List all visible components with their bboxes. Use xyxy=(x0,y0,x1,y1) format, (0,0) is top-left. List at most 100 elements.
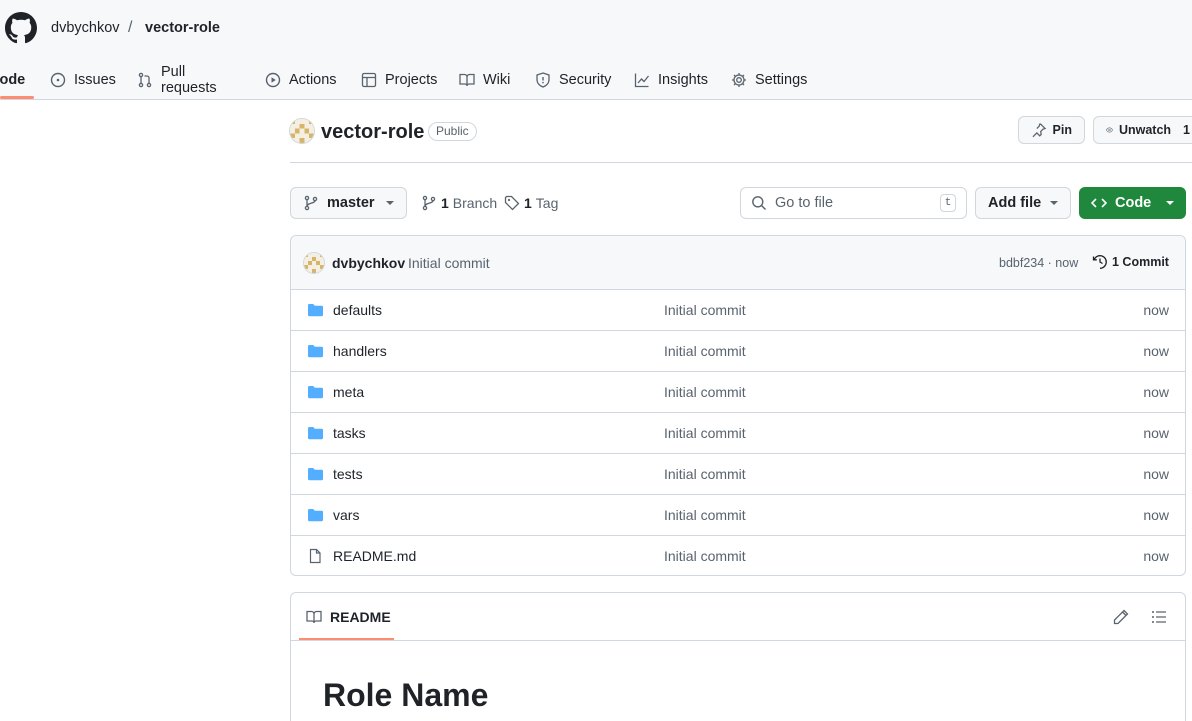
folder-icon xyxy=(308,509,323,522)
github-logo-icon[interactable] xyxy=(5,12,37,44)
tab-actions-label: Actions xyxy=(289,72,337,88)
file-row[interactable]: README.md Initial commit now xyxy=(291,536,1185,575)
file-name[interactable]: tasks xyxy=(333,425,366,441)
tag-icon xyxy=(504,195,520,211)
file-commit-age: now xyxy=(1143,384,1169,400)
book-icon xyxy=(459,73,475,87)
pencil-icon[interactable] xyxy=(1113,609,1129,625)
tab-wiki[interactable]: Wiki xyxy=(459,60,510,100)
watch-count: 1 xyxy=(1183,123,1190,137)
readme-tab[interactable]: README xyxy=(306,609,391,625)
file-commit-message[interactable]: Initial commit xyxy=(664,466,746,482)
branch-count: 1 xyxy=(441,195,449,211)
breadcrumb-owner[interactable]: dvbychkov xyxy=(51,19,120,37)
tab-settings[interactable]: Settings xyxy=(731,60,807,100)
go-to-file-input[interactable] xyxy=(775,195,925,211)
repo-header-bar: dvbychkov / vector-role Code Issues Pull… xyxy=(0,0,1192,100)
pin-button[interactable]: Pin xyxy=(1018,116,1085,144)
folder-icon xyxy=(308,468,323,481)
code-button[interactable]: Code xyxy=(1079,187,1186,219)
tab-security-label: Security xyxy=(559,72,612,88)
latest-commit-row: dvbychkov Initial commit bdbf234 · now 1… xyxy=(291,236,1185,290)
file-row[interactable]: tasks Initial commit now xyxy=(291,413,1185,454)
tab-issues[interactable]: Issues xyxy=(50,60,116,100)
branches-link[interactable]: 1 Branch xyxy=(421,195,497,211)
tags-link[interactable]: 1 Tag xyxy=(504,195,558,211)
repo-title[interactable]: vector-role xyxy=(321,120,424,144)
file-name[interactable]: handlers xyxy=(333,343,387,359)
book-icon xyxy=(306,610,322,624)
eye-icon xyxy=(1106,127,1113,133)
commit-author-avatar[interactable] xyxy=(304,253,324,273)
commit-message[interactable]: Initial commit xyxy=(408,255,490,271)
git-branch-icon xyxy=(422,195,436,211)
commit-sha-time[interactable]: bdbf234 · now xyxy=(999,256,1078,270)
readme-panel: README Role Name xyxy=(290,592,1186,721)
file-commit-age: now xyxy=(1143,425,1169,441)
file-name[interactable]: meta xyxy=(333,384,364,400)
tab-projects-label: Projects xyxy=(385,72,438,88)
git-branch-icon xyxy=(304,195,318,211)
file-row[interactable]: handlers Initial commit now xyxy=(291,331,1185,372)
code-icon xyxy=(1091,198,1107,208)
add-file-label: Add file xyxy=(988,195,1042,211)
readme-header: README xyxy=(291,593,1185,641)
file-commit-message[interactable]: Initial commit xyxy=(664,343,746,359)
issue-icon xyxy=(50,72,66,88)
file-row[interactable]: defaults Initial commit now xyxy=(291,290,1185,331)
commit-count-label: 1 Commit xyxy=(1112,255,1169,269)
unwatch-button[interactable]: Unwatch 1 xyxy=(1093,116,1192,144)
file-commit-message[interactable]: Initial commit xyxy=(664,507,746,523)
repo-owner-avatar[interactable] xyxy=(290,119,314,143)
file-row[interactable]: tests Initial commit now xyxy=(291,454,1185,495)
folder-icon xyxy=(308,386,323,399)
tab-wiki-label: Wiki xyxy=(483,72,511,88)
shield-icon xyxy=(536,72,550,88)
file-commit-age: now xyxy=(1143,343,1169,359)
readme-tab-selected-indicator xyxy=(299,638,394,640)
commit-author[interactable]: dvbychkov xyxy=(332,255,405,271)
graph-icon xyxy=(634,73,650,88)
file-name[interactable]: vars xyxy=(333,507,359,523)
readme-heading: Role Name xyxy=(323,677,489,713)
tab-security[interactable]: Security xyxy=(535,60,611,100)
tab-insights[interactable]: Insights xyxy=(634,60,708,100)
folder-icon xyxy=(308,304,323,317)
file-name[interactable]: defaults xyxy=(333,302,382,318)
file-commit-message[interactable]: Initial commit xyxy=(664,425,746,441)
pin-icon xyxy=(1032,123,1047,138)
file-row[interactable]: vars Initial commit now xyxy=(291,495,1185,536)
file-commit-age: now xyxy=(1143,302,1169,318)
tab-pull-requests-label: Pull requests xyxy=(161,64,217,96)
commit-history-link[interactable]: 1 Commit xyxy=(1092,254,1169,270)
file-commit-age: now xyxy=(1143,507,1169,523)
file-name[interactable]: README.md xyxy=(333,548,416,564)
file-commit-message[interactable]: Initial commit xyxy=(664,302,746,318)
branch-select-button[interactable]: master xyxy=(290,187,407,219)
tab-actions[interactable]: Actions xyxy=(265,60,337,100)
file-commit-message[interactable]: Initial commit xyxy=(664,384,746,400)
tab-pull-requests[interactable]: Pull requests xyxy=(137,60,217,100)
breadcrumb-repo[interactable]: vector-role xyxy=(145,19,220,37)
shortcut-key-hint: t xyxy=(940,194,956,212)
folder-icon xyxy=(308,427,323,440)
tag-count-label: Tag xyxy=(535,195,559,211)
tab-insights-label: Insights xyxy=(658,72,708,88)
file-name[interactable]: tests xyxy=(333,466,363,482)
add-file-button[interactable]: Add file xyxy=(975,187,1071,219)
visibility-badge: Public xyxy=(428,122,477,141)
tab-settings-label: Settings xyxy=(755,72,808,88)
pin-label: Pin xyxy=(1052,123,1072,137)
tab-projects[interactable]: Projects xyxy=(361,60,437,100)
tab-code[interactable]: Code xyxy=(0,60,25,100)
list-unordered-icon[interactable] xyxy=(1151,609,1167,625)
tab-issues-label: Issues xyxy=(74,72,116,88)
search-icon xyxy=(752,196,767,211)
pull-request-icon xyxy=(138,72,152,88)
file-commit-age: now xyxy=(1143,548,1169,564)
file-row[interactable]: meta Initial commit now xyxy=(291,372,1185,413)
file-commit-message[interactable]: Initial commit xyxy=(664,548,746,564)
tag-count: 1 xyxy=(524,195,532,211)
file-browser: dvbychkov Initial commit bdbf234 · now 1… xyxy=(290,235,1186,576)
go-to-file-search[interactable]: t xyxy=(740,187,967,219)
